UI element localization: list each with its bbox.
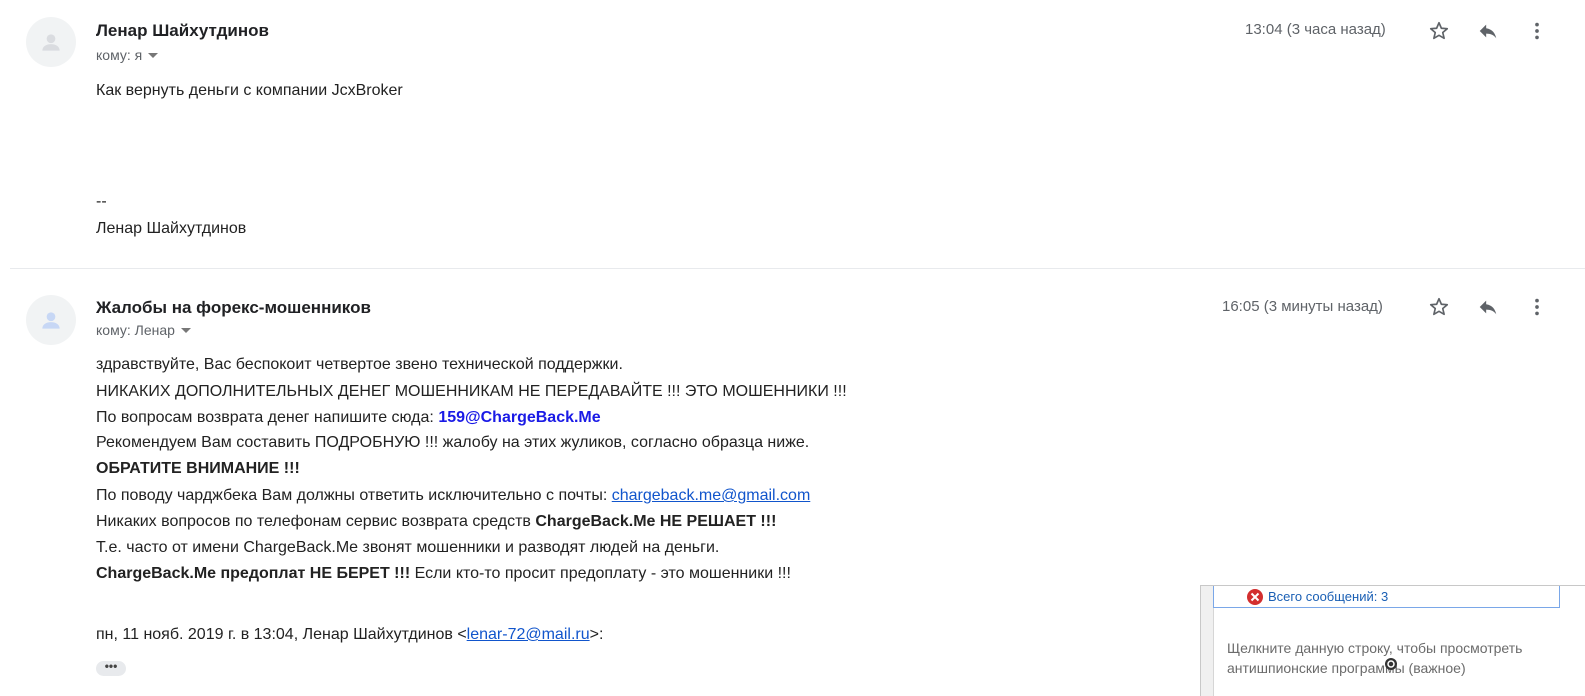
quote-header-text: пн, 11 нояб. 2019 г. в 13:04, Ленар Шайх…: [96, 626, 467, 643]
avatar[interactable]: [26, 295, 76, 345]
sender-name[interactable]: Жалобы на форекс-мошенников: [96, 298, 371, 318]
caret-down-icon[interactable]: [148, 52, 159, 58]
chargeback-email-link[interactable]: chargeback.me@gmail.com: [612, 487, 811, 504]
star-icon: [1429, 297, 1449, 316]
recipient-line[interactable]: кому: Ленар: [96, 322, 191, 338]
avatar-icon: [42, 312, 60, 329]
body-line-7-bold: ChargeBack.Me НЕ РЕШАЕТ !!!: [535, 513, 777, 530]
body-line-7: Никаких вопросов по телефонам сервис воз…: [96, 513, 776, 531]
reply-icon: [1479, 300, 1497, 315]
avatar-icon: [42, 34, 60, 51]
popup-header-label: Всего сообщений: 3: [1268, 589, 1389, 604]
star-icon: [1429, 21, 1449, 40]
signature-separator: --: [96, 193, 107, 210]
popup-header-row[interactable]: Всего сообщений: 3: [1213, 586, 1560, 608]
body-line-4: Рекомендуем Вам составить ПОДРОБНУЮ !!! …: [96, 434, 810, 451]
sender-name[interactable]: Ленар Шайхутдинов: [96, 21, 269, 41]
reply-button[interactable]: [1474, 293, 1502, 321]
more-vert-icon: [1535, 298, 1539, 316]
error-icon: [1247, 589, 1263, 605]
cursor-icon: [1385, 658, 1397, 670]
reply-icon: [1479, 24, 1497, 39]
message-body-question: Как вернуть деньги с компании JcxBroker: [96, 82, 403, 99]
support-email: 159@ChargeBack.Me: [438, 409, 601, 426]
recipient-label: кому: Ленар: [96, 322, 175, 338]
body-line-9: ChargeBack.Me предоплат НЕ БЕРЕТ !!! Есл…: [96, 565, 791, 583]
body-line-5: ОБРАТИТЕ ВНИМАНИЕ !!!: [96, 460, 300, 477]
reply-button[interactable]: [1474, 17, 1502, 45]
star-button[interactable]: [1425, 293, 1453, 321]
body-line-1: здравствуйте, Вас беспокоит четвертое зв…: [96, 356, 623, 373]
body-line-7-text: Никаких вопросов по телефонам сервис воз…: [96, 513, 536, 530]
more-vert-icon: [1535, 22, 1539, 40]
quote-header-end: >:: [589, 626, 604, 643]
show-trimmed-content-button[interactable]: •••: [96, 660, 126, 676]
star-button[interactable]: [1425, 17, 1453, 45]
body-line-9-bold: ChargeBack.Me предоплат НЕ БЕРЕТ !!!: [96, 565, 411, 582]
recipient-label: кому: я: [96, 47, 143, 63]
body-line-9-text: Если кто-то просит предоплату - это моше…: [410, 565, 791, 582]
notification-popup[interactable]: Всего сообщений: 3 Щелкните данную строк…: [1200, 585, 1585, 696]
recipient-line[interactable]: кому: я: [96, 47, 159, 63]
signature-name: Ленар Шайхутдинов: [96, 220, 247, 237]
quoted-sender-email-link[interactable]: lenar-72@mail.ru: [467, 626, 590, 643]
body-line-2: НИКАКИХ ДОПОЛНИТЕЛЬНЫХ ДЕНЕГ МОШЕННИКАМ …: [96, 383, 847, 400]
message-time: 16:05 (3 минуты назад): [1222, 298, 1383, 315]
message-divider: [10, 268, 1585, 269]
body-line-6-text: По поводу чарджбека Вам должны ответить …: [96, 487, 612, 504]
more-options-button[interactable]: [1523, 17, 1551, 45]
body-line-6: По поводу чарджбека Вам должны ответить …: [96, 487, 810, 505]
message-time: 13:04 (3 часа назад): [1245, 21, 1386, 38]
more-options-button[interactable]: [1523, 293, 1551, 321]
body-line-3-text: По вопросам возврата денег напишите сюда…: [96, 409, 439, 426]
caret-down-icon[interactable]: [180, 327, 191, 333]
body-line-3: По вопросам возврата денег напишите сюда…: [96, 409, 601, 427]
quote-header: пн, 11 нояб. 2019 г. в 13:04, Ленар Шайх…: [96, 626, 603, 644]
avatar[interactable]: [26, 17, 76, 67]
body-line-8: Т.е. часто от имени ChargeBack.Me звонят…: [96, 539, 720, 556]
